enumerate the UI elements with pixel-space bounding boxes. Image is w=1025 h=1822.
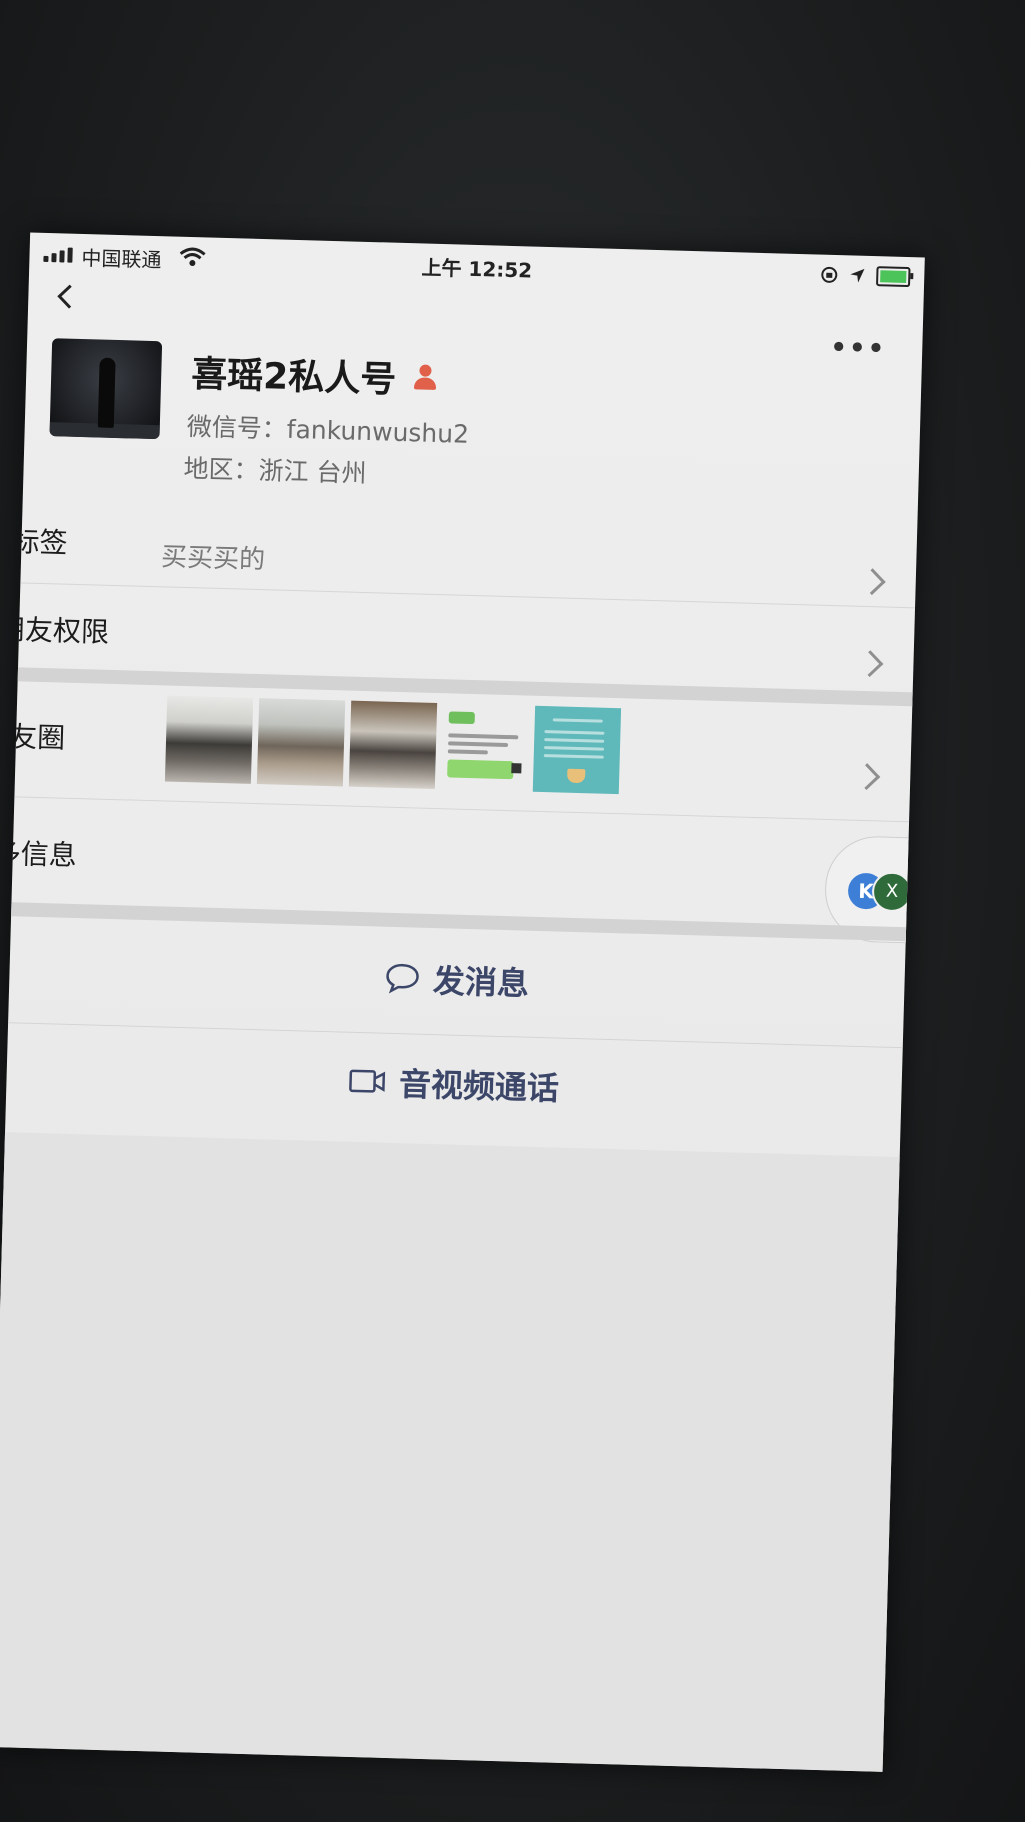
profile-name-row: 喜瑶2私人号: [191, 345, 439, 404]
app-icon: X: [871, 871, 913, 913]
moment-thumbnail: [164, 695, 254, 784]
moment-thumbnail: [256, 698, 346, 787]
video-icon: [349, 1069, 386, 1093]
empty-bottom-area: [0, 1131, 925, 1772]
divider: [0, 1021, 925, 1050]
video-call-label: 音视频通话: [398, 1065, 560, 1108]
moments-thumbnails: [164, 695, 622, 795]
moment-thumbnail: [440, 703, 530, 792]
chevron-right-icon: [856, 650, 884, 678]
status-right-icons: [820, 265, 911, 288]
back-icon[interactable]: [50, 281, 81, 312]
message-icon: [386, 963, 420, 994]
chevron-right-icon: [853, 763, 881, 791]
lock-rotation-icon: [821, 266, 838, 283]
region: 地区：浙江 台州: [183, 453, 367, 488]
avatar[interactable]: [49, 338, 163, 440]
more-icon[interactable]: •••: [830, 333, 887, 365]
moment-thumbnail: [348, 700, 438, 790]
wechat-id: 微信号：fankunwushu2: [186, 411, 470, 449]
moment-thumbnail: [532, 705, 622, 795]
send-message-label: 发消息: [432, 962, 530, 1003]
battery-icon: [876, 266, 911, 288]
profile-name: 喜瑶2私人号: [190, 354, 397, 401]
video-call-button[interactable]: 音视频通话: [6, 1048, 902, 1119]
location-icon: [850, 268, 865, 283]
send-message-button[interactable]: 发消息: [9, 944, 905, 1015]
person-icon: [412, 364, 439, 391]
tags-value: 买买买的: [160, 542, 266, 576]
chevron-right-icon: [858, 568, 886, 596]
phone-screen: 中国联通 上午 12:52 ••• 喜瑶2私人号 微信号：fankunwushu…: [0, 232, 925, 1772]
